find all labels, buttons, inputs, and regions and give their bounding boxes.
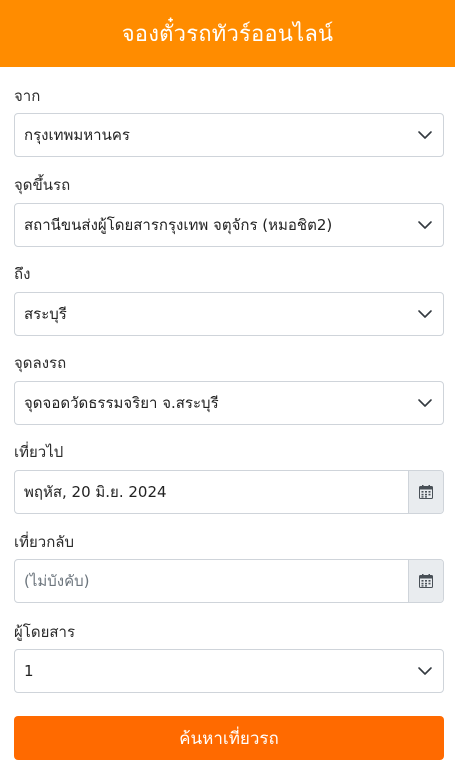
chevron-down-icon: [418, 131, 432, 139]
chevron-down-icon: [418, 221, 432, 229]
passengers-select[interactable]: 1: [14, 649, 444, 693]
return-calendar-button[interactable]: [408, 560, 443, 602]
pickup-label: จุดขึ้นรถ: [14, 176, 71, 194]
search-trips-button[interactable]: ค้นหาเที่ยวรถ: [14, 716, 444, 760]
return-date-input[interactable]: (ไม่บังคับ): [15, 560, 408, 602]
search-trips-button-label: ค้นหาเที่ยวรถ: [179, 728, 279, 749]
depart-date-input[interactable]: พฤหัส, 20 มิ.ย. 2024: [15, 471, 408, 513]
passengers-label: ผู้โดยสาร: [14, 623, 76, 641]
calendar-icon: [419, 574, 433, 588]
passengers-select-value: 1: [24, 662, 34, 680]
chevron-down-icon: [418, 310, 432, 318]
depart-label: เที่ยวไป: [14, 443, 64, 461]
calendar-icon: [419, 485, 433, 499]
pickup-select-value: สถานีขนส่งผู้โดยสารกรุงเทพ จตุจักร (หมอช…: [24, 216, 333, 234]
dropoff-select[interactable]: จุดจอดวัดธรรมจริยา จ.สระบุรี: [14, 381, 444, 425]
chevron-down-icon: [418, 667, 432, 675]
pickup-select[interactable]: สถานีขนส่งผู้โดยสารกรุงเทพ จตุจักร (หมอช…: [14, 203, 444, 247]
from-select[interactable]: กรุงเทพมหานคร: [14, 113, 444, 157]
return-label: เที่ยวกลับ: [14, 533, 75, 551]
page-title: จองตั๋วรถทัวร์ออนไลน์: [121, 22, 334, 47]
from-label: จาก: [14, 87, 41, 105]
to-label: ถึง: [14, 265, 31, 283]
depart-calendar-button[interactable]: [408, 471, 443, 513]
return-date-group: (ไม่บังคับ): [14, 559, 444, 603]
to-select-value: สระบุรี: [24, 305, 67, 323]
page-header: จองตั๋วรถทัวร์ออนไลน์: [0, 0, 455, 67]
to-select[interactable]: สระบุรี: [14, 292, 444, 336]
from-select-value: กรุงเทพมหานคร: [24, 126, 130, 144]
dropoff-label: จุดลงรถ: [14, 354, 67, 372]
dropoff-select-value: จุดจอดวัดธรรมจริยา จ.สระบุรี: [24, 394, 219, 412]
chevron-down-icon: [418, 399, 432, 407]
depart-date-group: พฤหัส, 20 มิ.ย. 2024: [14, 470, 444, 514]
